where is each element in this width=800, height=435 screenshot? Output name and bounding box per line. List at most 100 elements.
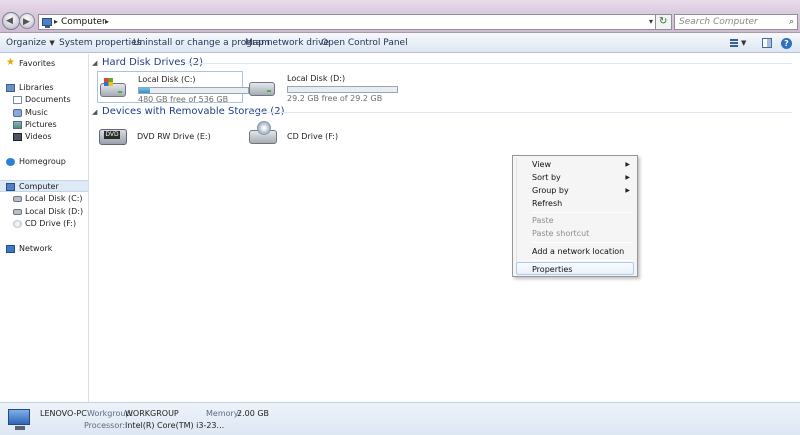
open-control-panel-button[interactable]: Open Control Panel xyxy=(321,37,408,49)
details-workgroup-value: WORKGROUP xyxy=(125,409,179,418)
disc-icon xyxy=(257,121,271,135)
back-button[interactable]: ◀ xyxy=(2,12,20,30)
nav-local-disk-c[interactable]: Local Disk (C:) xyxy=(0,193,88,205)
menu-item-refresh[interactable]: Refresh xyxy=(516,197,634,210)
nav-music-label: Music xyxy=(25,108,48,117)
drive-tile-c[interactable]: Local Disk (C:) 480 GB free of 536 GB xyxy=(97,71,249,104)
drive-name-c: Local Disk (C:) xyxy=(138,75,196,84)
music-icon xyxy=(13,109,22,117)
refresh-button[interactable]: ↻ xyxy=(656,14,672,30)
nav-documents[interactable]: Documents xyxy=(0,94,88,106)
nav-videos-label: Videos xyxy=(25,132,52,141)
dvd-drive-icon: DVD xyxy=(99,129,127,145)
details-memory-label: Memory: xyxy=(206,409,241,418)
collapse-triangle-icon[interactable]: ◢ xyxy=(92,56,97,70)
nav-libraries[interactable]: Libraries xyxy=(0,82,88,94)
preview-pane-button[interactable] xyxy=(762,38,772,48)
search-input[interactable]: Search Computer ⌕ xyxy=(674,14,798,30)
details-pc-name: LENOVO-PC xyxy=(40,409,87,418)
nav-cd-drive[interactable]: CD Drive (F:) xyxy=(0,218,88,230)
drive-name-d: Local Disk (D:) xyxy=(287,74,346,83)
pictures-icon xyxy=(13,121,22,129)
nav-pictures-label: Pictures xyxy=(25,120,57,129)
breadcrumb-computer[interactable]: Computer xyxy=(61,16,106,28)
menu-label-group-by: Group by xyxy=(532,186,569,195)
menu-separator xyxy=(531,212,633,213)
videos-icon xyxy=(13,133,22,141)
hard-disk-icon xyxy=(249,82,275,96)
breadcrumb-separator-icon[interactable]: ▸ xyxy=(54,16,58,28)
menu-label-add-network-location: Add a network location xyxy=(532,247,625,256)
hard-disk-icon xyxy=(100,78,126,97)
menu-item-add-network-location[interactable]: Add a network location xyxy=(516,245,634,258)
group-divider xyxy=(252,112,792,113)
dvd-badge: DVD xyxy=(104,131,120,139)
submenu-arrow-icon: ▶ xyxy=(625,174,630,181)
forward-arrow-icon: ▶ xyxy=(23,17,30,27)
menu-label-view: View xyxy=(532,160,551,169)
window-title-bar: ◀ ▶ ▸ Computer ▸ ▾ ↻ Search Computer ⌕ xyxy=(0,0,800,33)
cd-drive-icon xyxy=(13,220,22,228)
menu-item-properties[interactable]: Properties xyxy=(516,262,634,275)
menu-label-refresh: Refresh xyxy=(532,199,563,208)
details-memory-value: 2.00 GB xyxy=(237,409,270,418)
nav-favorites[interactable]: ★ Favorites xyxy=(0,58,88,70)
computer-icon xyxy=(8,409,30,430)
library-icon xyxy=(6,84,15,92)
menu-separator xyxy=(531,242,633,243)
drive-free-c: 480 GB free of 536 GB xyxy=(138,95,229,104)
view-list-icon xyxy=(730,39,738,47)
menu-item-sort-by[interactable]: Sort by ▶ xyxy=(516,171,634,184)
refresh-icon: ↻ xyxy=(659,16,668,27)
context-menu: View ▶ Sort by ▶ Group by ▶ Refresh Past… xyxy=(512,155,638,277)
nav-music[interactable]: Music xyxy=(0,107,88,119)
forward-button[interactable]: ▶ xyxy=(19,13,35,29)
group-divider xyxy=(186,63,792,64)
nav-network[interactable]: Network xyxy=(0,243,88,255)
computer-icon xyxy=(6,183,15,191)
change-view-button[interactable]: ▼ xyxy=(728,37,750,49)
nav-computer-label: Computer xyxy=(19,182,59,191)
network-icon xyxy=(6,245,15,253)
nav-local-disk-d-label: Local Disk (D:) xyxy=(25,207,84,216)
submenu-arrow-icon: ▶ xyxy=(625,187,630,194)
back-arrow-icon: ◀ xyxy=(6,16,13,26)
drive-name-cd: CD Drive (F:) xyxy=(287,132,339,141)
address-bar[interactable]: ▸ Computer ▸ ▾ xyxy=(38,14,656,30)
navigation-pane: ★ Favorites Libraries Documents Music Pi… xyxy=(0,54,89,402)
organize-label: Organize xyxy=(6,38,47,48)
drive-tile-dvd[interactable]: DVD DVD RW Drive (E:) xyxy=(97,122,243,154)
menu-item-paste-shortcut[interactable]: Paste shortcut xyxy=(516,227,634,240)
nav-computer[interactable]: Computer xyxy=(0,180,88,192)
help-icon[interactable]: ? xyxy=(781,38,792,49)
homegroup-icon xyxy=(6,158,15,166)
system-properties-button[interactable]: System properties xyxy=(59,37,141,49)
menu-item-view[interactable]: View ▶ xyxy=(516,158,634,171)
drive-free-d: 29.2 GB free of 29.2 GB xyxy=(287,94,383,103)
drive-name-dvd: DVD RW Drive (E:) xyxy=(137,132,211,141)
nav-pictures[interactable]: Pictures xyxy=(0,119,88,131)
nav-videos[interactable]: Videos xyxy=(0,131,88,143)
nav-network-label: Network xyxy=(19,244,53,253)
menu-label-sort-by: Sort by xyxy=(532,173,561,182)
drive-tile-cd[interactable]: CD Drive (F:) xyxy=(247,121,393,154)
address-dropdown-icon[interactable]: ▾ xyxy=(649,16,653,28)
breadcrumb-chevron-icon[interactable]: ▸ xyxy=(105,16,109,28)
collapse-triangle-icon[interactable]: ◢ xyxy=(92,105,97,119)
content-pane[interactable]: ◢ Hard Disk Drives (2) Local Disk (C:) 4… xyxy=(90,54,800,402)
nav-documents-label: Documents xyxy=(25,95,71,104)
nav-favorites-label: Favorites xyxy=(19,59,56,68)
drive-tile-d[interactable]: Local Disk (D:) 29.2 GB free of 29.2 GB xyxy=(247,71,398,103)
star-icon: ★ xyxy=(6,57,15,68)
usage-bar-c xyxy=(138,87,249,94)
organize-menu-button[interactable]: Organize ▼ xyxy=(6,37,55,49)
nav-homegroup[interactable]: Homegroup xyxy=(0,156,88,168)
nav-local-disk-c-label: Local Disk (C:) xyxy=(25,194,83,203)
map-network-drive-button[interactable]: Map network drive xyxy=(245,37,329,49)
menu-item-group-by[interactable]: Group by ▶ xyxy=(516,184,634,197)
nav-local-disk-d[interactable]: Local Disk (D:) xyxy=(0,206,88,218)
cd-drive-icon xyxy=(249,121,277,144)
menu-item-paste[interactable]: Paste xyxy=(516,214,634,227)
usage-bar-d xyxy=(287,86,398,93)
search-icon[interactable]: ⌕ xyxy=(789,16,794,28)
